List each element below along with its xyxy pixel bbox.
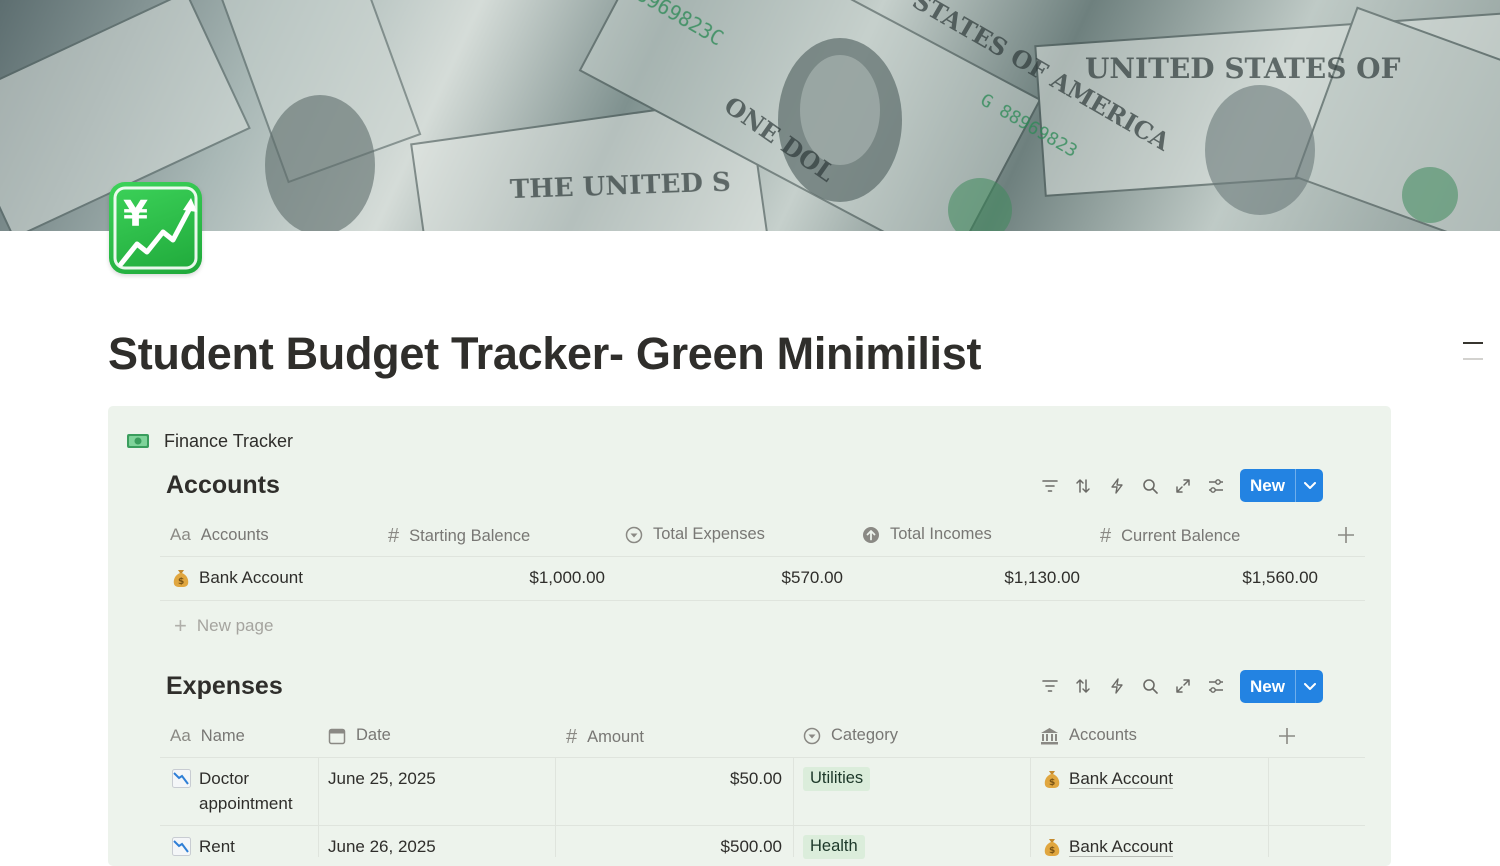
rollup-icon [625, 526, 643, 544]
svg-text:UNITED STATES OF: UNITED STATES OF [1085, 52, 1401, 85]
search-icon[interactable] [1140, 476, 1160, 496]
expense-name-line1[interactable]: Rent [199, 837, 235, 857]
new-page-row[interactable]: + New page [174, 613, 273, 639]
category-tag[interactable]: Health [803, 835, 865, 859]
account-name-cell[interactable]: Bank Account [199, 568, 303, 588]
accounts-database-title[interactable]: Accounts [166, 471, 280, 500]
expenses-new-button[interactable]: New [1240, 670, 1323, 703]
current-balance-cell[interactable]: $1,560.00 [1110, 568, 1318, 588]
accounts-toolbar [1040, 476, 1240, 496]
table-of-contents-indicator[interactable] [1463, 342, 1483, 374]
chevron-down-icon[interactable] [1296, 682, 1323, 691]
column-header-current-balance[interactable]: # Current Balence [1100, 525, 1240, 548]
filter-icon[interactable] [1040, 676, 1060, 696]
banknote-icon [127, 434, 149, 448]
settings-sliders-icon[interactable] [1206, 476, 1226, 496]
calendar-icon [328, 727, 346, 745]
new-button-label: New [1250, 676, 1285, 696]
chart-increasing-with-yen-icon: ¥ [113, 186, 198, 270]
starting-balance-cell[interactable]: $1,000.00 [400, 568, 605, 588]
settings-sliders-icon[interactable] [1206, 676, 1226, 696]
svg-text:$: $ [1049, 846, 1055, 856]
category-tag[interactable]: Utilities [803, 767, 871, 791]
column-header-amount[interactable]: # Amount [566, 726, 644, 749]
expense-amount-cell[interactable]: $50.00 [570, 769, 782, 789]
sort-icon[interactable] [1073, 676, 1093, 696]
chart-decreasing-icon [172, 837, 191, 861]
title-aa-icon: Aa [170, 726, 191, 745]
expand-icon[interactable] [1173, 676, 1193, 696]
column-header-accounts-relation[interactable]: Accounts [1040, 726, 1137, 745]
account-relation-link[interactable]: Bank Account [1069, 837, 1173, 857]
accounts-new-button[interactable]: New [1240, 469, 1323, 502]
callout-title: Finance Tracker [164, 431, 294, 451]
svg-text:$: $ [1049, 778, 1055, 788]
number-hash-icon: # [388, 525, 400, 547]
column-header-date[interactable]: Date [328, 726, 391, 745]
column-header-total-expenses[interactable]: Total Expenses [625, 525, 765, 544]
total-incomes-cell[interactable]: $1,130.00 [880, 568, 1080, 588]
column-header-total-incomes[interactable]: Total Incomes [862, 525, 992, 544]
column-header-starting-balance[interactable]: # Starting Balence [388, 525, 530, 548]
number-hash-icon: # [1100, 525, 1112, 547]
money-bag-icon: $ [172, 568, 190, 593]
chart-decreasing-icon [172, 769, 191, 793]
search-icon[interactable] [1140, 676, 1160, 696]
column-header-name[interactable]: Aa Name [170, 726, 245, 746]
chevron-down-icon[interactable] [1296, 481, 1323, 490]
svg-text:¥: ¥ [123, 194, 148, 235]
finance-tracker-callout [108, 406, 1391, 866]
account-relation-link[interactable]: Bank Account [1069, 769, 1173, 789]
expense-date-cell[interactable]: June 25, 2025 [328, 769, 436, 789]
bank-icon [1040, 727, 1059, 745]
expenses-toolbar [1040, 676, 1240, 696]
column-header-accounts[interactable]: Aa Accounts [170, 525, 269, 545]
column-header-category[interactable]: Category [803, 726, 898, 745]
page-icon[interactable]: ¥ [109, 182, 202, 274]
title-aa-icon: Aa [170, 525, 191, 544]
expense-amount-cell[interactable]: $500.00 [570, 837, 782, 857]
cover-image: THE UNITED S UNITED STATES OF STATES OF … [0, 0, 1500, 231]
select-icon [803, 727, 821, 745]
expense-name-line1[interactable]: Doctor [199, 769, 249, 789]
expense-name-line2[interactable]: appointment [199, 794, 293, 814]
filter-icon[interactable] [1040, 476, 1060, 496]
new-button-label: New [1250, 475, 1285, 495]
total-expenses-cell[interactable]: $570.00 [640, 568, 843, 588]
money-bag-icon: $ [1043, 837, 1061, 862]
money-bag-icon: $ [1043, 769, 1061, 794]
automation-lightning-icon[interactable] [1107, 676, 1127, 696]
expand-icon[interactable] [1173, 476, 1193, 496]
add-property-icon[interactable] [1337, 526, 1355, 549]
svg-text:$: $ [178, 577, 184, 587]
add-property-icon[interactable] [1278, 727, 1296, 750]
plus-icon: + [174, 613, 187, 638]
sort-icon[interactable] [1073, 476, 1093, 496]
number-hash-icon: # [566, 726, 578, 748]
expense-date-cell[interactable]: June 26, 2025 [328, 837, 436, 857]
expenses-database-title[interactable]: Expenses [166, 672, 283, 701]
page-title: Student Budget Tracker- Green Minimilist [108, 328, 982, 379]
automation-lightning-icon[interactable] [1107, 476, 1127, 496]
rollup-up-icon [862, 526, 880, 544]
